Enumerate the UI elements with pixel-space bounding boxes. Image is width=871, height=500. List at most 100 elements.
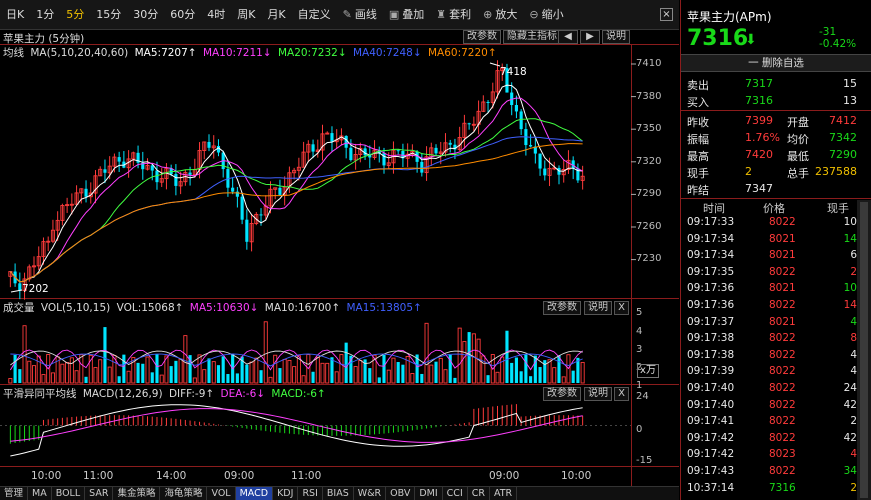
- volume-bar: [69, 357, 74, 384]
- ask-label: 卖出: [687, 79, 709, 92]
- remove-watchlist-button[interactable]: 一 删除自选: [681, 54, 871, 72]
- candle-body: [434, 147, 438, 154]
- candle-body: [235, 191, 239, 197]
- volume-legend: 成交量 VOL(5,10,15) VOL:15068↑ MA5:10630↓ M…: [3, 300, 422, 315]
- candle-body: [207, 141, 211, 148]
- kline-chart[interactable]: [0, 0, 679, 486]
- volume-close-button[interactable]: X: [614, 301, 629, 315]
- indicator-tab[interactable]: ATR: [490, 486, 518, 500]
- tick-row[interactable]: 09:17:33 8022 10: [681, 215, 857, 232]
- volume-bar: [481, 355, 486, 384]
- tick-row[interactable]: 09:17:42 8022 42: [681, 431, 857, 448]
- tick-row[interactable]: 09:17:36 8021 10: [681, 281, 857, 298]
- volume-bar: [339, 354, 344, 384]
- indicator-tab[interactable]: MA: [28, 486, 52, 500]
- ticks-scrollbar[interactable]: [857, 200, 871, 500]
- volume-bar: [453, 377, 457, 383]
- volume-bar: [254, 357, 259, 384]
- tick-volume: 2: [850, 265, 857, 278]
- tick-row[interactable]: 09:17:38 8022 4: [681, 348, 857, 365]
- candle-body: [396, 150, 400, 152]
- axis-tick-label: 7230: [636, 253, 662, 264]
- indicator-tab[interactable]: DMI: [415, 486, 443, 500]
- volume-bar: [467, 332, 471, 383]
- time-tick-label: 09:00: [224, 470, 255, 482]
- stat-l2: 总手: [787, 167, 809, 180]
- volume-bar: [84, 376, 88, 383]
- indicator-tab[interactable]: BOLL: [52, 486, 86, 500]
- indicator-tab[interactable]: BIAS: [323, 486, 354, 500]
- macd-help-button[interactable]: 说明: [584, 387, 612, 401]
- volume-bar: [141, 363, 145, 383]
- candle-body: [84, 188, 88, 197]
- tick-row[interactable]: 09:17:43 8022 34: [681, 464, 857, 481]
- ma10-line: [10, 97, 583, 283]
- macd-edit-params-button[interactable]: 改参数: [543, 387, 581, 401]
- candle-body: [278, 187, 282, 195]
- tick-row[interactable]: 09:17:36 8022 14: [681, 298, 857, 315]
- volume-bar: [169, 366, 173, 383]
- tick-row[interactable]: 09:17:35 8022 2: [681, 265, 857, 282]
- indicator-tab[interactable]: VOL: [207, 486, 236, 500]
- volume-bar: [524, 354, 528, 383]
- volume-bar: [103, 327, 107, 383]
- tick-row[interactable]: 09:17:40 8022 42: [681, 398, 857, 415]
- tick-volume: 8: [850, 332, 857, 345]
- tick-row[interactable]: 09:17:41 8022 2: [681, 414, 857, 431]
- macd-diff: DIFF:-9↑: [168, 388, 215, 400]
- indicator-tab[interactable]: OBV: [386, 486, 416, 500]
- tick-row[interactable]: 09:17:42 8023 4: [681, 447, 857, 464]
- indicator-tab[interactable]: 海龟策略: [160, 486, 208, 500]
- volume-bar: [396, 362, 400, 383]
- indicator-tab[interactable]: CR: [468, 486, 490, 500]
- tick-price: 8022: [769, 465, 796, 477]
- indicator-tab[interactable]: CCI: [443, 486, 468, 500]
- volume-bar: [117, 376, 121, 383]
- candle-body: [349, 147, 353, 161]
- tick-time: 09:17:38: [687, 332, 735, 345]
- volume-bar: [155, 354, 159, 383]
- tick-volume: 2: [850, 481, 857, 494]
- axis-tick-label: 5: [636, 307, 643, 318]
- tick-row[interactable]: 09:17:34 8021 6: [681, 248, 857, 265]
- volume-bar: [353, 366, 358, 384]
- stat-v2: 237588: [815, 165, 857, 178]
- volume-bar: [207, 358, 211, 383]
- volume-bar: [519, 371, 523, 383]
- tick-row[interactable]: 09:17:39 8022 4: [681, 364, 857, 381]
- price-change-pct: -0.42%: [819, 38, 857, 50]
- volume-help-button[interactable]: 说明: [584, 301, 612, 315]
- stat-v2: 7412: [829, 114, 857, 127]
- tick-row[interactable]: 09:17:37 8021 4: [681, 315, 857, 332]
- volume-bar: [216, 365, 221, 383]
- candle-body: [330, 133, 334, 142]
- tick-price: 8022: [769, 299, 796, 311]
- tick-row[interactable]: 10:37:14 7316 2: [681, 481, 857, 498]
- candle-body: [188, 172, 192, 175]
- volume-bar: [174, 360, 178, 383]
- volume-bar: [50, 372, 55, 384]
- stat-row: 振幅 1.76% 均价 7342: [681, 130, 857, 147]
- tick-row[interactable]: 09:17:38 8022 8: [681, 331, 857, 348]
- low-label: 7202: [22, 283, 49, 295]
- divider: [681, 110, 871, 111]
- indicator-tab[interactable]: KDJ: [273, 486, 299, 500]
- indicator-tab[interactable]: RSI: [298, 486, 323, 500]
- tick-volume: 14: [843, 299, 857, 311]
- indicator-tab[interactable]: 集金策略: [113, 486, 161, 500]
- volume-edit-params-button[interactable]: 改参数: [543, 301, 581, 315]
- bid-label: 买入: [687, 96, 709, 109]
- tick-volume: 14: [843, 232, 857, 245]
- tick-row[interactable]: 09:17:40 8022 24: [681, 381, 857, 398]
- time-tick-label: 10:00: [561, 470, 592, 482]
- stat-row: 昨收 7399 开盘 7412: [681, 113, 857, 130]
- volume-bar: [211, 361, 216, 384]
- indicator-tab[interactable]: SAR: [85, 486, 114, 500]
- contract-name: 苹果主力(APm): [687, 10, 772, 24]
- macd-close-button[interactable]: X: [614, 387, 629, 401]
- indicator-tab[interactable]: 管理: [0, 486, 29, 500]
- indicator-tab[interactable]: MACD: [235, 486, 274, 500]
- volume-ma15: MA15:13805↑: [346, 302, 422, 314]
- indicator-tab[interactable]: W&R: [354, 486, 387, 500]
- tick-row[interactable]: 09:17:34 8021 14: [681, 232, 857, 249]
